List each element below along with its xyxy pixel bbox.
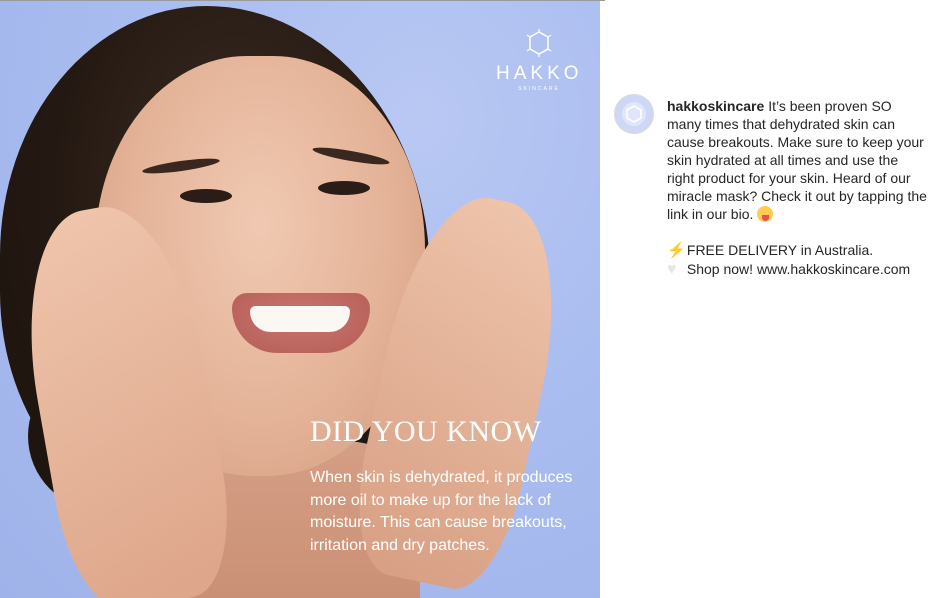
post-image[interactable]: HAKKO SKINCARE DID YOU KNOW When skin is… — [0, 1, 600, 598]
logo-subtitle: SKINCARE — [518, 86, 560, 92]
caption-text: It’s been proven SO many times that dehy… — [667, 98, 927, 222]
post-caption: hakkoskincare It’s been proven SO many t… — [667, 97, 929, 279]
delivery-line: ⚡ FREE DELIVERY in Australia. — [667, 241, 929, 260]
delivery-text: FREE DELIVERY in Australia. — [686, 242, 874, 258]
teeth — [250, 306, 350, 332]
tongue-out-wink-emoji-icon — [757, 206, 774, 222]
left-eye — [180, 189, 232, 203]
shop-line: ♥ Shop now! www.hakkoskincare.com — [667, 260, 929, 279]
brand-logo: HAKKO SKINCARE — [496, 29, 582, 92]
white-heart-icon: ♥ — [667, 261, 677, 278]
caption-username[interactable]: hakkoskincare — [667, 98, 764, 114]
shop-text[interactable]: Shop now! www.hakkoskincare.com — [687, 261, 910, 277]
hexagon-logo-icon — [526, 29, 552, 57]
profile-avatar[interactable] — [614, 94, 654, 134]
headline: DID YOU KNOW — [310, 415, 542, 448]
right-eye — [318, 181, 370, 195]
hexagon-avatar-icon — [622, 102, 646, 126]
lightning-bolt-icon: ⚡ — [667, 242, 686, 259]
logo-name: HAKKO — [496, 63, 583, 84]
headline-body: When skin is dehydrated, it produces mor… — [310, 469, 573, 554]
